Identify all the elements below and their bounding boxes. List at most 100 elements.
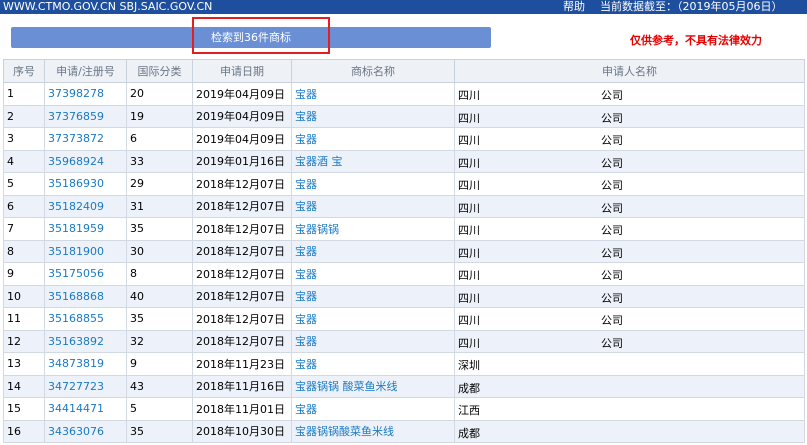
cell-application-date: 2018年10月30日 [192,419,292,443]
trademark-name-link[interactable]: 宝器 [295,403,317,416]
trademark-name-link[interactable]: 宝器 [295,358,317,371]
table-row: 5 35186930 29 2018年12月07日 宝器 四川 公司 [3,172,805,196]
trademark-name-link[interactable]: 宝器 [295,313,317,326]
cell-index: 7 [3,217,45,241]
cell-intl-class: 30 [126,239,193,263]
applicant-name-visible: 四川 [458,314,480,328]
trademark-name-link[interactable]: 宝器酒 宝 [295,155,343,168]
cell-application-date: 2019年04月09日 [192,127,292,151]
cell-application-date: 2018年12月07日 [192,284,292,308]
cell-intl-class: 20 [126,82,193,106]
reg-number-link[interactable]: 35968924 [48,155,104,168]
trademark-name-link[interactable]: 宝器 [295,290,317,303]
applicant-name-visible: 成都 [458,426,480,440]
trademark-name-link[interactable]: 宝器 [295,200,317,213]
reg-number-link[interactable]: 37376859 [48,110,104,123]
reg-number-link[interactable]: 35186930 [48,177,104,190]
cell-trademark-name: 宝器 [291,397,455,421]
trademark-name-link[interactable]: 宝器 [295,178,317,191]
reg-number-link[interactable]: 35182409 [48,200,104,213]
cell-applicant-name: 四川 公司 [454,149,805,173]
cell-trademark-name: 宝器锅锅 [291,217,455,241]
cell-reg-number: 35186930 [44,172,127,196]
cell-reg-number: 37373872 [44,127,127,151]
applicant-name-visible: 四川 [458,111,480,125]
cell-index: 8 [3,239,45,263]
applicant-name-visible: 四川 [458,179,480,193]
cell-trademark-name: 宝器 [291,82,455,106]
applicant-name-visible: 四川 [458,269,480,283]
applicant-redaction-mask [486,353,601,375]
cell-index: 12 [3,329,45,353]
applicant-name-tail: 公司 [601,314,623,328]
data-cutoff-date: 当前数据截至：（2019年05月06日） [600,0,783,13]
reg-number-link[interactable]: 35175056 [48,267,104,280]
applicant-name-visible: 四川 [458,246,480,260]
column-header-intl-class: 国际分类 [126,59,193,83]
reg-number-link[interactable]: 35181959 [48,222,104,235]
reg-number-link[interactable]: 37398278 [48,87,104,100]
cell-application-date: 2019年01月16日 [192,149,292,173]
cell-application-date: 2019年04月09日 [192,104,292,128]
column-header-index: 序号 [3,59,45,83]
reg-number-link[interactable]: 34414471 [48,402,104,415]
cell-intl-class: 35 [126,217,193,241]
applicant-redaction-mask [486,240,601,262]
applicant-name-tail: 公司 [601,269,623,283]
applicant-redaction-mask [486,128,601,150]
help-link[interactable]: 帮助 [563,0,585,14]
cell-intl-class: 35 [126,307,193,331]
cell-reg-number: 35163892 [44,329,127,353]
trademark-results-table: 序号 申请/注册号 国际分类 申请日期 商标名称 申请人名称 1 37398278… [3,59,805,443]
applicant-name-tail: 公司 [601,224,623,238]
applicant-name-visible: 四川 [458,89,480,103]
cell-trademark-name: 宝器 [291,239,455,263]
trademark-name-link[interactable]: 宝器锅锅 [295,223,339,236]
reg-number-link[interactable]: 34873819 [48,357,104,370]
applicant-redaction-mask [486,195,601,217]
cell-reg-number: 35175056 [44,262,127,286]
applicant-redaction-mask [486,285,601,307]
column-header-reg-number: 申请/注册号 [44,59,127,83]
table-row: 11 35168855 35 2018年12月07日 宝器 四川 公司 [3,307,805,331]
cell-reg-number: 35181959 [44,217,127,241]
table-row: 4 35968924 33 2019年01月16日 宝器酒 宝 四川 公司 [3,149,805,173]
trademark-name-link[interactable]: 宝器锅锅 酸菜鱼米线 [295,380,398,393]
search-result-count-bar[interactable]: 检索到36件商标 [11,27,491,48]
reg-number-link[interactable]: 35168868 [48,290,104,303]
reg-number-link[interactable]: 35168855 [48,312,104,325]
cell-applicant-name: 四川 公司 [454,194,805,218]
applicant-name-tail: 公司 [601,336,623,350]
reg-number-link[interactable]: 34363076 [48,425,104,438]
trademark-name-link[interactable]: 宝器 [295,245,317,258]
applicant-name-visible: 深圳 [458,359,480,373]
reg-number-link[interactable]: 35181900 [48,245,104,258]
cell-intl-class: 5 [126,397,193,421]
cell-reg-number: 34873819 [44,352,127,376]
trademark-name-link[interactable]: 宝器 [295,268,317,281]
reg-number-link[interactable]: 37373872 [48,132,104,145]
cell-applicant-name: 四川 公司 [454,284,805,308]
trademark-name-link[interactable]: 宝器锅锅酸菜鱼米线 [295,425,394,438]
table-header-row: 序号 申请/注册号 国际分类 申请日期 商标名称 申请人名称 [3,59,805,83]
cell-application-date: 2018年11月23日 [192,352,292,376]
cell-applicant-name: 四川 公司 [454,217,805,241]
cell-applicant-name: 四川 公司 [454,104,805,128]
cell-intl-class: 8 [126,262,193,286]
trademark-name-link[interactable]: 宝器 [295,335,317,348]
cell-index: 11 [3,307,45,331]
cell-intl-class: 35 [126,419,193,443]
cell-trademark-name: 宝器 [291,194,455,218]
cell-trademark-name: 宝器 [291,329,455,353]
cell-trademark-name: 宝器锅锅酸菜鱼米线 [291,419,455,443]
trademark-name-link[interactable]: 宝器 [295,133,317,146]
cell-reg-number: 34414471 [44,397,127,421]
reg-number-link[interactable]: 35163892 [48,335,104,348]
applicant-name-tail: 公司 [601,156,623,170]
trademark-name-link[interactable]: 宝器 [295,88,317,101]
applicant-redaction-mask [486,173,601,195]
trademark-name-link[interactable]: 宝器 [295,110,317,123]
applicant-redaction-mask [486,398,601,420]
top-bar: WWW.CTMO.GOV.CN SBJ.SAIC.GOV.CN 帮助 当前数据截… [0,0,807,14]
reg-number-link[interactable]: 34727723 [48,380,104,393]
